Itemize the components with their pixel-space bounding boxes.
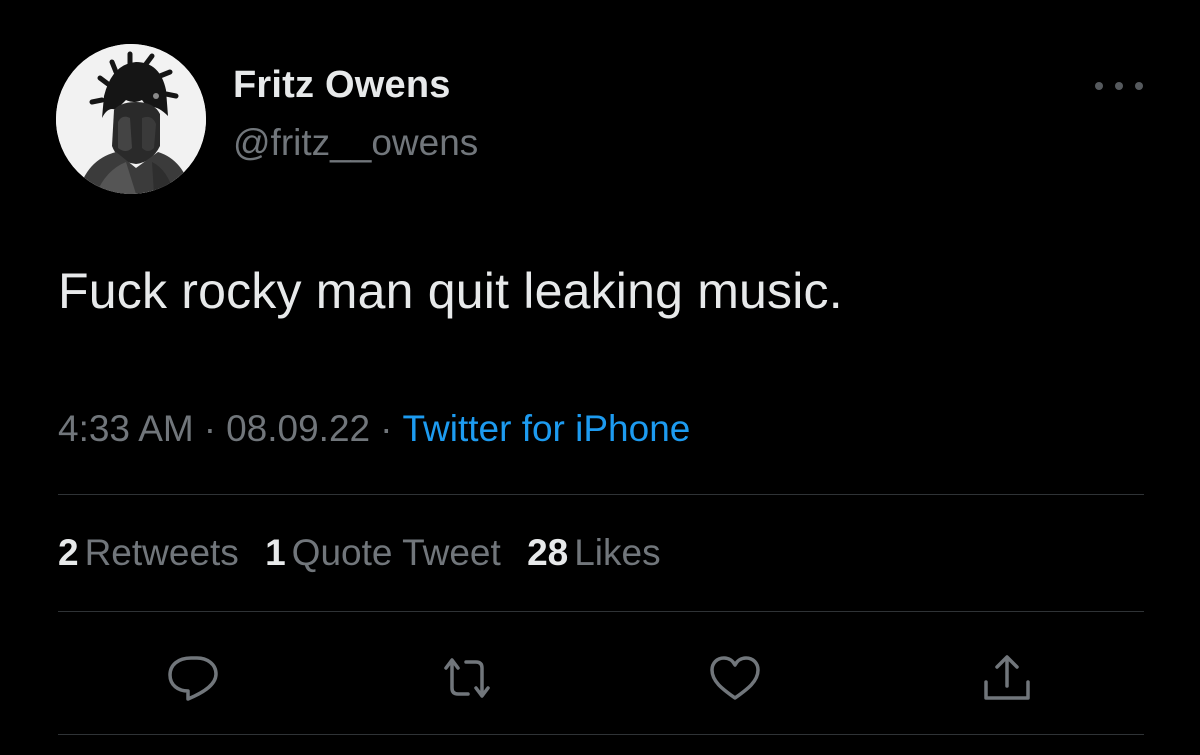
tweet-text: Fuck rocky man quit leaking music. [58,263,843,319]
retweets-stat[interactable]: 2 Retweets [58,532,239,573]
display-name[interactable]: Fritz Owens [233,64,451,107]
retweet-icon [444,658,490,698]
more-dot-icon [1095,82,1103,90]
like-button[interactable] [706,652,764,704]
heart-icon [710,656,760,700]
quote-tweets-stat[interactable]: 1 Quote Tweet [265,532,501,573]
tweet-card: Fritz Owens @fritz__owens Fuck rocky man… [0,0,1200,755]
tweet-meta: 4:33 AM · 08.09.22 · Twitter for iPhone [58,408,690,450]
more-dot-icon [1135,82,1143,90]
meta-separator: · [380,408,393,449]
meta-separator: · [203,408,217,449]
more-options-button[interactable] [1095,74,1143,98]
tweet-stats: 2 Retweets 1 Quote Tweet 28 Likes [58,532,677,574]
tweet-time[interactable]: 4:33 AM [58,408,194,449]
user-handle[interactable]: @fritz__owens [233,122,478,164]
reply-icon [168,656,218,701]
avatar[interactable] [56,44,206,194]
more-dot-icon [1115,82,1123,90]
retweet-button[interactable] [438,652,496,704]
retweets-label: Retweets [84,532,239,573]
reply-button[interactable] [164,652,222,704]
likes-stat[interactable]: 28 Likes [527,532,661,573]
share-icon [984,655,1030,700]
quotes-count: 1 [265,532,286,573]
quotes-label: Quote Tweet [291,532,501,573]
share-button[interactable] [978,652,1036,704]
divider [58,494,1144,495]
retweets-count: 2 [58,532,79,573]
avatar-photo-icon [56,44,206,194]
tweet-source-link[interactable]: Twitter for iPhone [402,408,690,449]
likes-label: Likes [574,532,661,573]
divider [58,611,1144,612]
likes-count: 28 [527,532,569,573]
tweet-date[interactable]: 08.09.22 [226,408,370,449]
divider [58,734,1144,735]
